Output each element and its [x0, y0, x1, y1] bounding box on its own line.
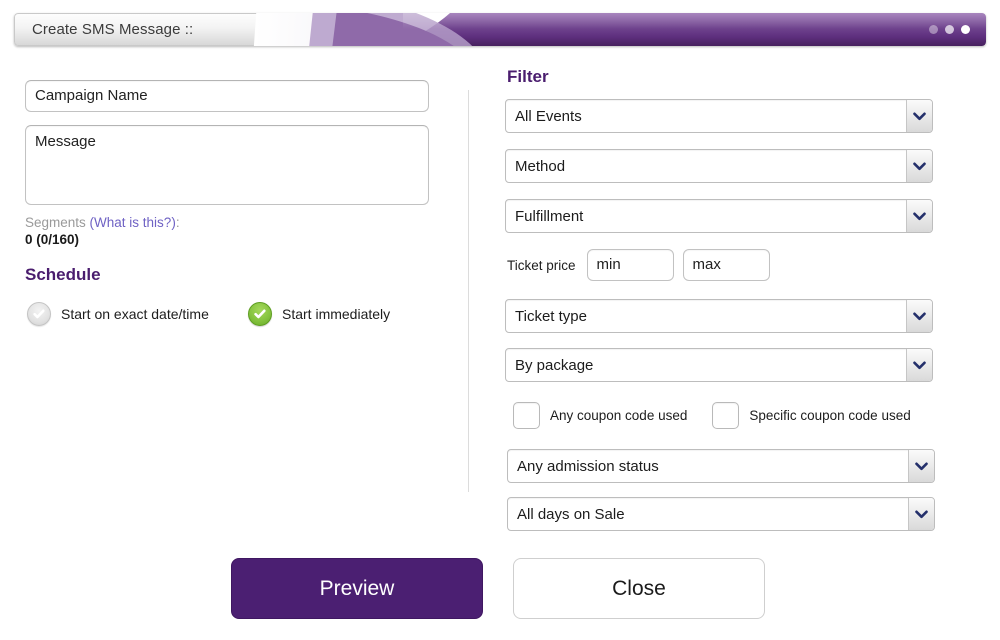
segments-colon: : [175, 215, 180, 230]
select-admission-status[interactable]: Any admission status [507, 449, 935, 483]
schedule-option-exact[interactable]: Start on exact date/time [27, 302, 209, 326]
campaign-name-input[interactable]: Campaign Name [25, 80, 429, 112]
any-coupon-code-label: Any coupon code used [550, 408, 688, 423]
select-all-events-value: All Events [515, 107, 582, 125]
titlebar-gloss [402, 13, 986, 29]
schedule-option-immediate-label: Start immediately [282, 306, 391, 322]
select-by-package[interactable]: By package [505, 348, 933, 382]
chevron-down-icon[interactable] [908, 450, 934, 482]
chevron-down-icon[interactable] [908, 498, 934, 530]
create-sms-message-dialog: Create SMS Message :: Campaign Name Mess… [0, 0, 1000, 640]
select-days-on-sale-value: All days on Sale [517, 505, 625, 523]
schedule-heading: Schedule [25, 265, 101, 284]
window-titlebar: Create SMS Message :: [14, 13, 986, 46]
chevron-down-icon[interactable] [906, 349, 932, 381]
any-coupon-code-option[interactable]: Any coupon code used [513, 402, 687, 429]
schedule-option-immediate[interactable]: Start immediately [248, 302, 390, 326]
chevron-down-icon[interactable] [906, 100, 932, 132]
message-textarea[interactable]: Message [25, 125, 429, 205]
titlebar-purple-accent [248, 13, 986, 46]
filter-heading: Filter [507, 67, 549, 86]
ticket-price-label: Ticket price [507, 257, 576, 273]
select-fulfillment[interactable]: Fulfillment [505, 199, 933, 233]
any-coupon-code-checkbox[interactable] [513, 402, 540, 429]
select-ticket-type-value: Ticket type [515, 307, 587, 325]
select-admission-status-value: Any admission status [517, 457, 659, 475]
select-days-on-sale[interactable]: All days on Sale [507, 497, 935, 531]
what-is-this-link[interactable]: (What is this?) [90, 215, 176, 230]
chevron-down-icon[interactable] [906, 150, 932, 182]
chevron-down-icon[interactable] [906, 200, 932, 232]
specific-coupon-code-label: Specific coupon code used [749, 408, 911, 423]
select-all-events[interactable]: All Events [505, 99, 933, 133]
ticket-price-min-input[interactable]: min [586, 249, 674, 281]
select-method-value: Method [515, 157, 566, 175]
select-ticket-type[interactable]: Ticket type [505, 299, 933, 333]
select-fulfillment-value: Fulfillment [515, 207, 584, 225]
coupon-checkbox-row: Any coupon code used Specific coupon cod… [513, 402, 911, 429]
ticket-price-max-input[interactable]: max [682, 249, 770, 281]
select-by-package-value: By package [515, 356, 594, 374]
segments-label: Segments (What is this?): [25, 215, 180, 230]
check-circle-green-icon [248, 302, 272, 326]
segments-text: Segments [25, 215, 90, 230]
ticket-price-row: Ticket price min max [507, 249, 770, 281]
close-dot-icon[interactable] [961, 25, 970, 34]
maximize-dot-icon[interactable] [945, 25, 954, 34]
check-circle-gray-icon [27, 302, 51, 326]
chevron-down-icon[interactable] [906, 300, 932, 332]
specific-coupon-code-option[interactable]: Specific coupon code used [712, 402, 911, 429]
preview-button[interactable]: Preview [231, 558, 483, 619]
segments-count: 0 (0/160) [25, 232, 80, 247]
select-method[interactable]: Method [505, 149, 933, 183]
close-button[interactable]: Close [513, 558, 765, 619]
window-title: Create SMS Message :: [32, 21, 194, 38]
panel-divider [468, 90, 469, 492]
schedule-option-exact-label: Start on exact date/time [61, 306, 209, 322]
specific-coupon-code-checkbox[interactable] [712, 402, 740, 429]
minimize-dot-icon[interactable] [929, 25, 938, 34]
window-controls [929, 13, 970, 46]
